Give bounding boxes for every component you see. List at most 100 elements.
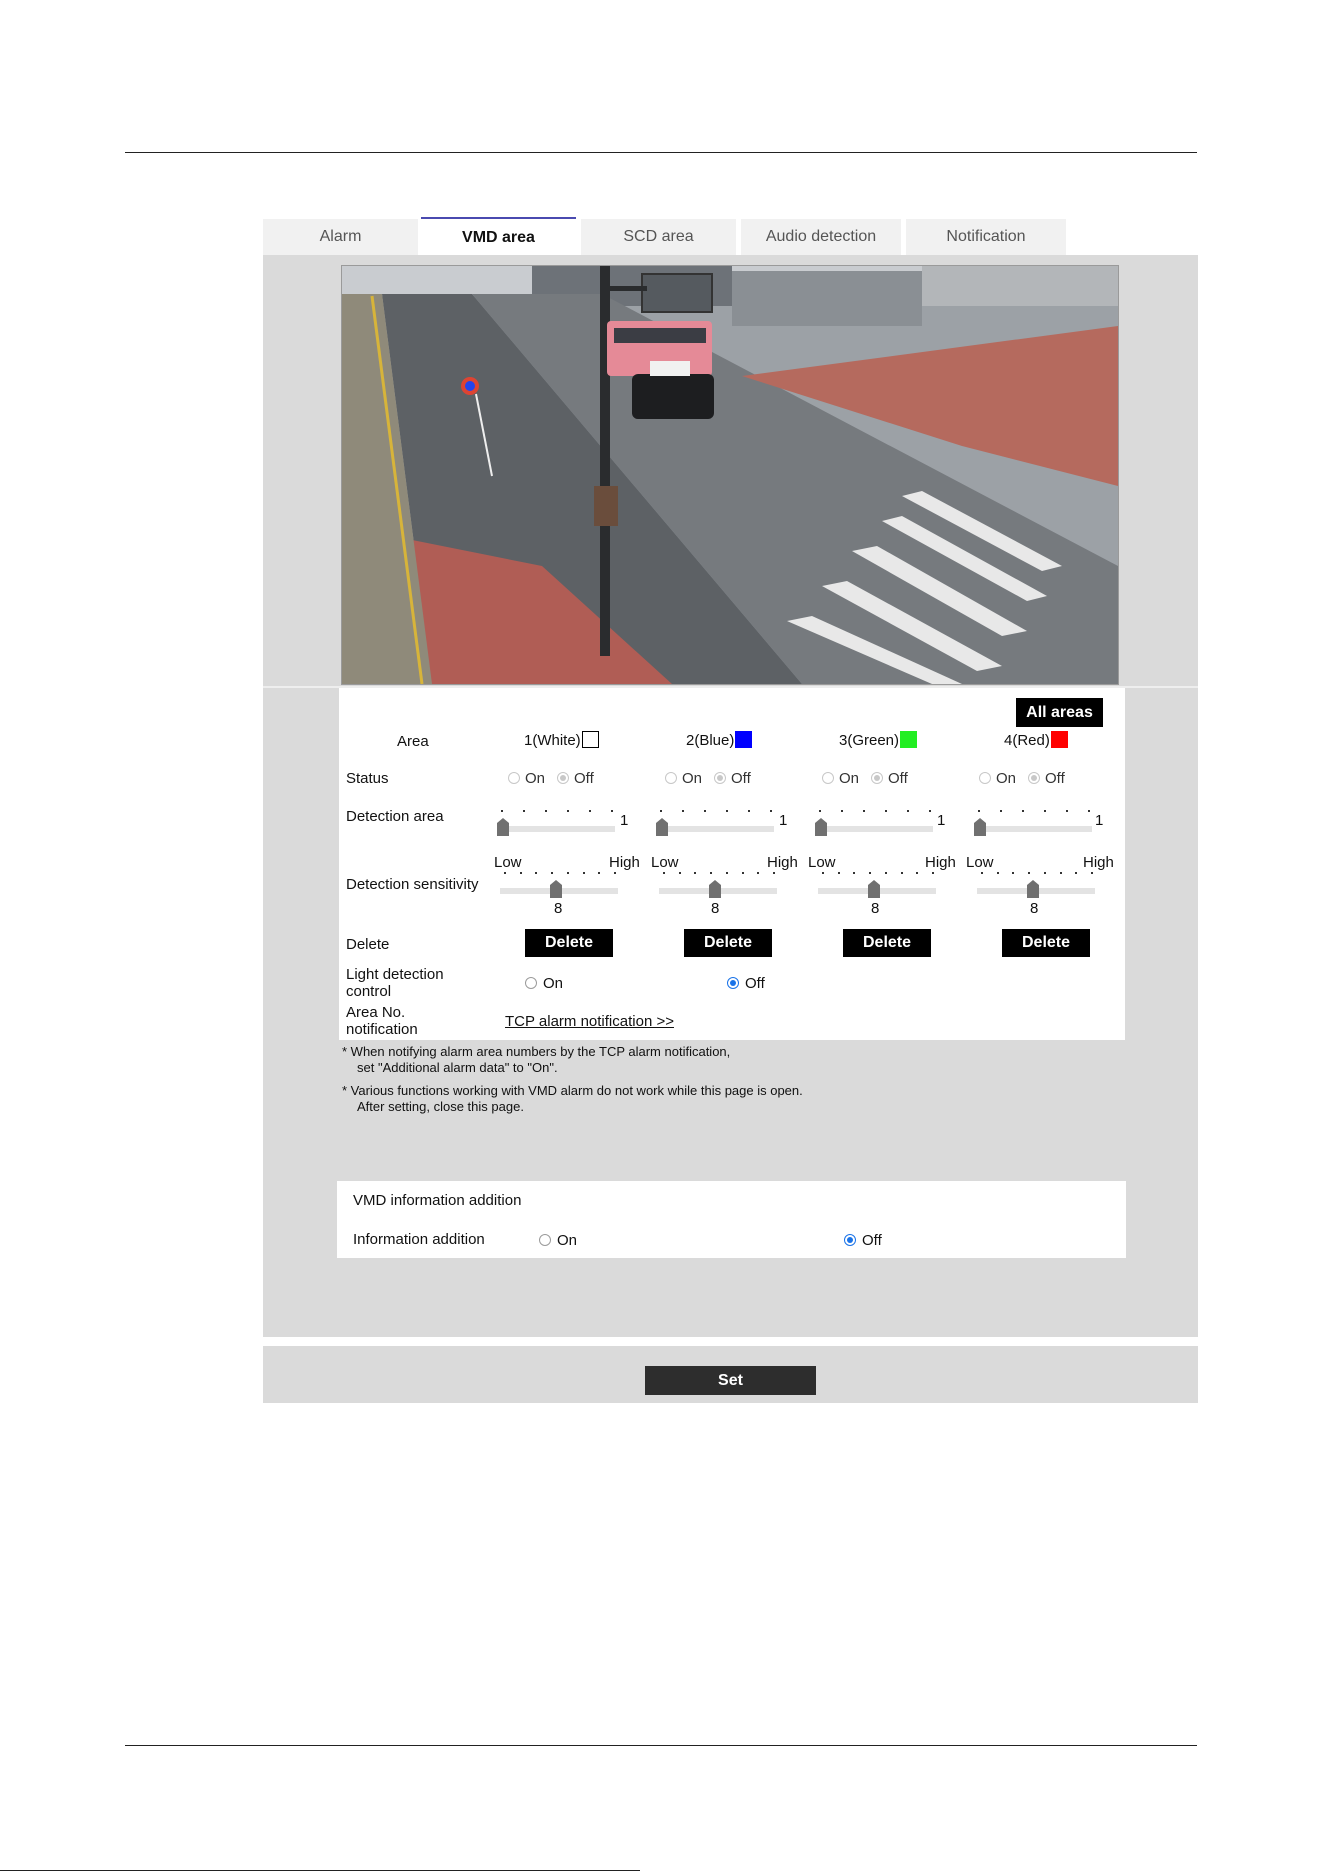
detection-sensitivity-4-slider[interactable]: [977, 872, 1095, 900]
slider-tick: [929, 810, 931, 812]
header-rule: [125, 152, 1197, 153]
sensitivity-2-low: Low: [651, 854, 679, 871]
detection-sensitivity-3-slider[interactable]: [818, 872, 936, 900]
slider-tick: [523, 810, 525, 812]
detection-sensitivity-1-slider[interactable]: [500, 872, 618, 900]
detection-sensitivity-2-slider[interactable]: [659, 872, 777, 900]
status-4-off-radio[interactable]: [1028, 772, 1040, 784]
information-addition-on-radio[interactable]: [539, 1234, 551, 1246]
detection-sensitivity-label: Detection sensitivity: [346, 876, 479, 893]
sensitivity-3-high: High: [925, 854, 956, 871]
slider-tick: [1088, 810, 1090, 812]
delete-area-2-button[interactable]: Delete: [684, 929, 772, 957]
tab-scd-area[interactable]: SCD area: [581, 219, 736, 255]
slider-thumb[interactable]: [867, 880, 880, 898]
detection-area-3-slider[interactable]: [815, 810, 933, 838]
tab-audio-detection[interactable]: Audio detection: [741, 219, 901, 255]
note-tcp-alarm: * When notifying alarm area numbers by t…: [342, 1044, 731, 1075]
slider-track[interactable]: [974, 826, 1092, 832]
tab-alarm[interactable]: Alarm: [263, 219, 418, 255]
slider-tick: [916, 872, 919, 874]
vmd-info-title: VMD information addition: [353, 1192, 522, 1209]
slider-thumb[interactable]: [656, 818, 668, 836]
sensitivity-2-high: High: [767, 854, 798, 871]
slider-tick: [837, 872, 840, 874]
slider-tick: [501, 810, 503, 812]
slider-tick: [1043, 872, 1046, 874]
slider-tick: [822, 872, 824, 874]
note-vmd-page-open: * Various functions working with VMD ala…: [342, 1083, 803, 1114]
slider-tick: [726, 810, 728, 812]
tab-notification[interactable]: Notification: [906, 219, 1066, 255]
information-addition-label: Information addition: [353, 1231, 485, 1248]
delete-area-3-button[interactable]: Delete: [843, 929, 931, 957]
slider-tick: [932, 872, 934, 874]
slider-tick: [725, 872, 728, 874]
status-1-off-label: Off: [574, 770, 594, 787]
light-detection-off-radio[interactable]: [727, 977, 739, 989]
detection-area-2-slider[interactable]: [656, 810, 774, 838]
delete-area-4-button[interactable]: Delete: [1002, 929, 1090, 957]
slider-tick: [1044, 810, 1046, 812]
slider-thumb[interactable]: [708, 880, 721, 898]
detection-sensitivity-3-value: 8: [871, 900, 880, 917]
status-1-on-radio[interactable]: [508, 772, 520, 784]
light-detection-control-label: Light detection control: [346, 966, 444, 1000]
area-label: Area: [397, 733, 429, 750]
slider-tick: [566, 872, 569, 874]
detection-area-2-value: 1: [779, 812, 788, 829]
status-4-off-label: Off: [1045, 770, 1065, 787]
status-2-on-radio[interactable]: [665, 772, 677, 784]
slider-tick: [884, 872, 887, 874]
area-4-header: 4(Red): [1004, 731, 1068, 749]
delete-area-1-button[interactable]: Delete: [525, 929, 613, 957]
slider-tick: [589, 810, 591, 812]
sensitivity-4-high: High: [1083, 854, 1114, 871]
slider-tick: [853, 872, 856, 874]
slider-tick: [978, 810, 980, 812]
slider-thumb[interactable]: [549, 880, 562, 898]
slider-thumb[interactable]: [497, 818, 509, 836]
status-1-on-label: On: [525, 770, 546, 787]
detection-area-4-value: 1: [1095, 812, 1104, 829]
slider-tick: [819, 810, 821, 812]
all-areas-button[interactable]: All areas: [1016, 698, 1103, 727]
slider-track[interactable]: [656, 826, 774, 832]
status-3-off-radio[interactable]: [871, 772, 883, 784]
detection-sensitivity-4-value: 8: [1030, 900, 1039, 917]
slider-tick: [598, 872, 601, 874]
sensitivity-1-high: High: [609, 854, 640, 871]
slider-tick: [682, 810, 684, 812]
status-3-on-radio[interactable]: [822, 772, 834, 784]
footnote-rule: [0, 1870, 640, 1871]
detection-area-1-value: 1: [620, 812, 629, 829]
slider-tick: [663, 872, 665, 874]
status-4-on-label: On: [996, 770, 1017, 787]
tcp-alarm-notification-link[interactable]: TCP alarm notification >>: [505, 1013, 674, 1030]
slider-tick: [678, 872, 681, 874]
detection-area-1-slider[interactable]: [497, 810, 615, 838]
area-2-header: 2(Blue): [686, 731, 753, 749]
slider-track[interactable]: [497, 826, 615, 832]
information-addition-off-radio[interactable]: [844, 1234, 856, 1246]
slider-thumb[interactable]: [1026, 880, 1039, 898]
status-2-on-label: On: [682, 770, 703, 787]
slider-track[interactable]: [815, 826, 933, 832]
slider-tick: [519, 872, 522, 874]
area-1-header: 1(White): [524, 731, 599, 749]
status-1-off-radio[interactable]: [557, 772, 569, 784]
tab-vmd-area[interactable]: VMD area: [421, 217, 576, 257]
slider-tick: [611, 810, 613, 812]
set-button[interactable]: Set: [645, 1366, 816, 1395]
light-detection-on-radio[interactable]: [525, 977, 537, 989]
slider-thumb[interactable]: [815, 818, 827, 836]
detection-area-4-slider[interactable]: [974, 810, 1092, 838]
detection-sensitivity-2-value: 8: [711, 900, 720, 917]
status-2-off-radio[interactable]: [714, 772, 726, 784]
status-4-on-radio[interactable]: [979, 772, 991, 784]
slider-tick: [863, 810, 865, 812]
area-2-color-swatch: [735, 731, 753, 748]
slider-thumb[interactable]: [974, 818, 986, 836]
detection-area-3-value: 1: [937, 812, 946, 829]
slider-tick: [504, 872, 506, 874]
